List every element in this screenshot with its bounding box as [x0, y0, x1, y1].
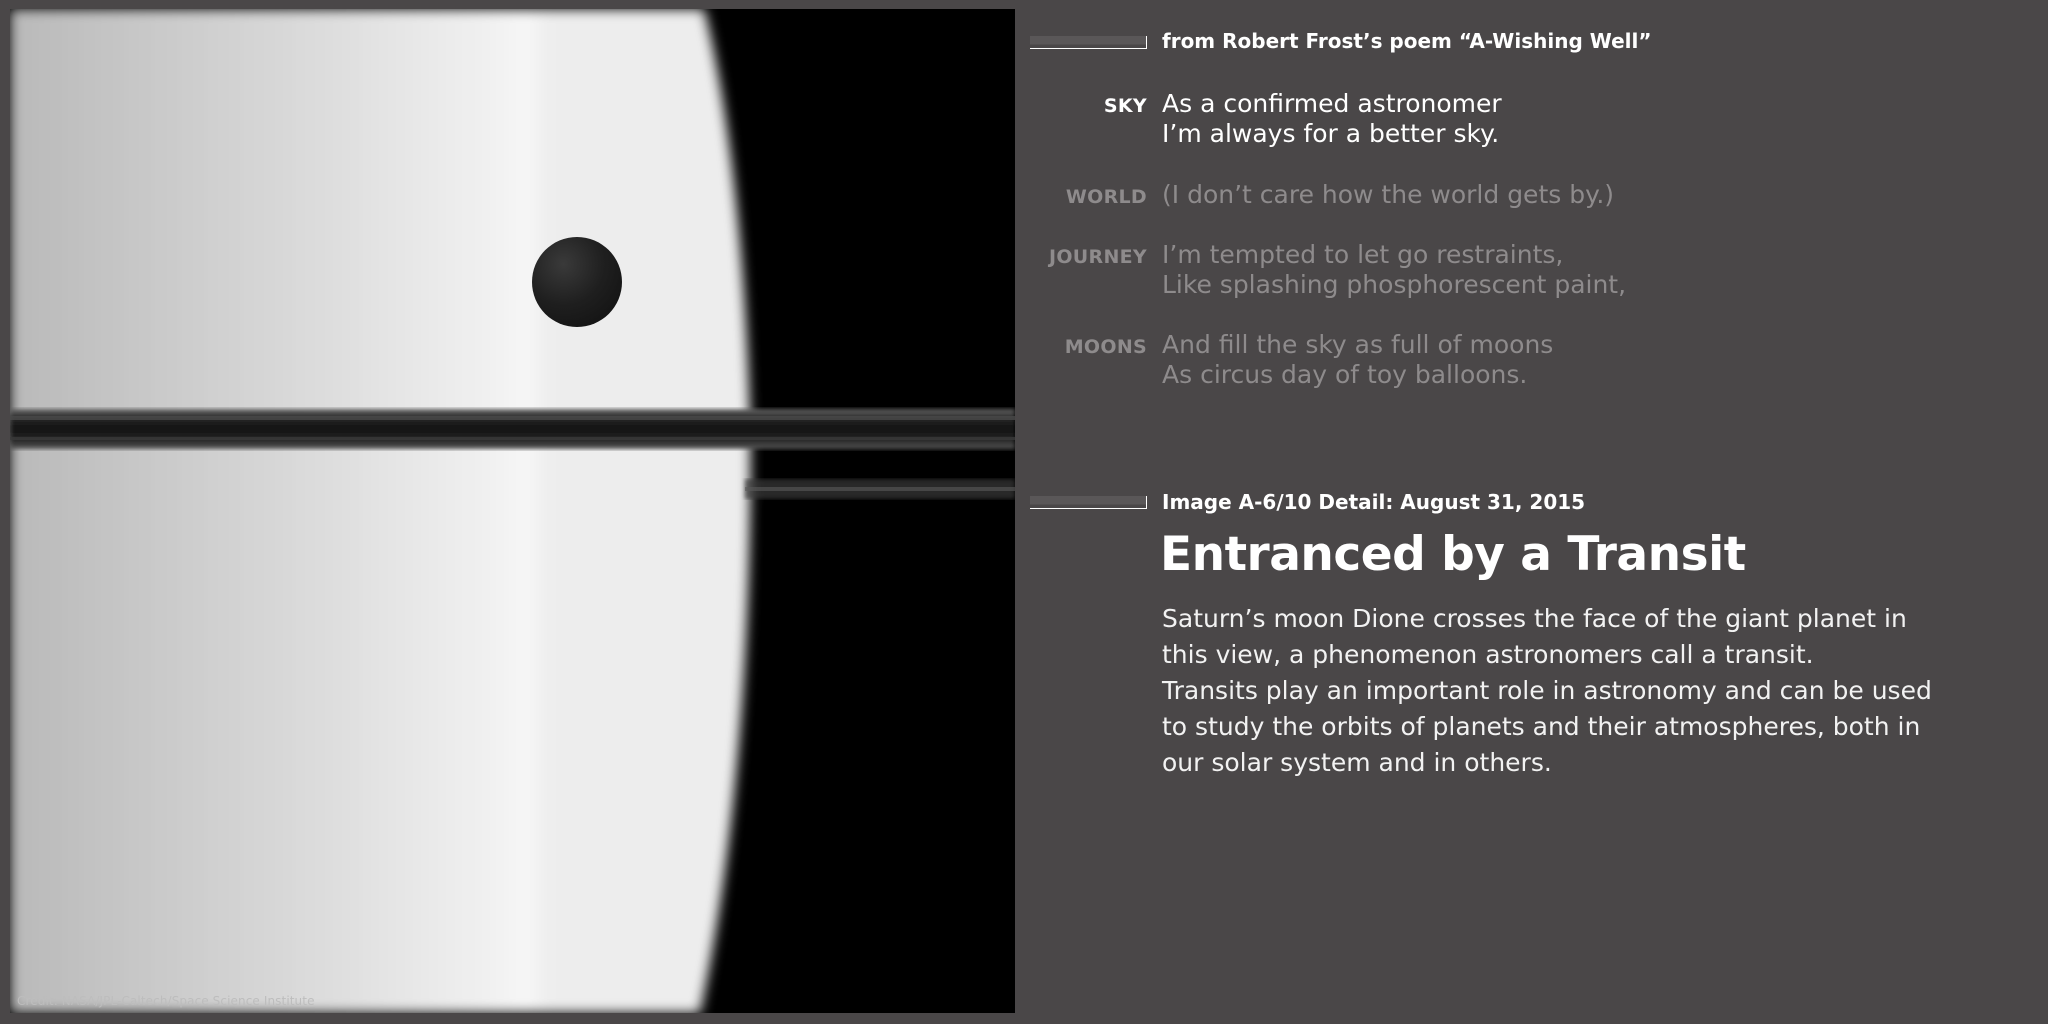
- stanza-line: And fill the sky as full of moons: [1162, 330, 1554, 359]
- stanza-lines-sky: As a confirmed astronomer I’m always for…: [1162, 89, 1502, 149]
- saturn-image: [10, 9, 1015, 1013]
- description-line: Saturn’s moon Dione crosses the face of …: [1162, 604, 1907, 633]
- description-line: this view, a phenomenon astronomers call…: [1162, 640, 1814, 669]
- description-line: to study the orbits of planets and their…: [1162, 712, 1921, 741]
- stanza-lines-journey: I’m tempted to let go restraints, Like s…: [1162, 240, 1626, 300]
- stanza-keyword-world: WORLD: [1065, 186, 1147, 208]
- description-line: Transits play an important role in astro…: [1162, 676, 1932, 705]
- saturn-dione-photo: Credit: NASA/JPL-Caltech/Space Science I…: [10, 9, 1015, 1013]
- stanza-line: Like splashing phosphorescent paint,: [1162, 270, 1627, 299]
- description-line: our solar system and in others.: [1162, 748, 1552, 777]
- photo-credit: Credit: NASA/JPL-Caltech/Space Science I…: [17, 994, 315, 1008]
- section-rule-poem: [1030, 36, 1147, 49]
- stanza-line: (I don’t care how the world gets by.): [1162, 180, 1615, 209]
- dione-moon: [532, 237, 622, 327]
- stanza-line: I’m tempted to let go restraints,: [1162, 240, 1564, 269]
- poem-source: from Robert Frost’s poem “A-Wishing Well…: [1162, 29, 1652, 53]
- stanza-line: I’m always for a better sky.: [1162, 119, 1500, 148]
- stanza-keyword-moons: MOONS: [1064, 336, 1147, 358]
- stanza-keyword-journey: JOURNEY: [1048, 246, 1147, 268]
- stanza-line: As circus day of toy balloons.: [1162, 360, 1528, 389]
- article-description: Saturn’s moon Dione crosses the face of …: [1162, 601, 1962, 781]
- stanza-lines-world: (I don’t care how the world gets by.): [1162, 180, 1614, 210]
- stanza-line: As a confirmed astronomer: [1162, 89, 1502, 118]
- article-title: Entranced by a Transit: [1160, 527, 1746, 582]
- stanza-lines-moons: And fill the sky as full of moons As cir…: [1162, 330, 1553, 390]
- section-rule-article: [1030, 496, 1147, 509]
- stanza-keyword-sky: SKY: [1103, 95, 1147, 117]
- image-detail-caption: Image A-6/10 Detail: August 31, 2015: [1162, 490, 1586, 514]
